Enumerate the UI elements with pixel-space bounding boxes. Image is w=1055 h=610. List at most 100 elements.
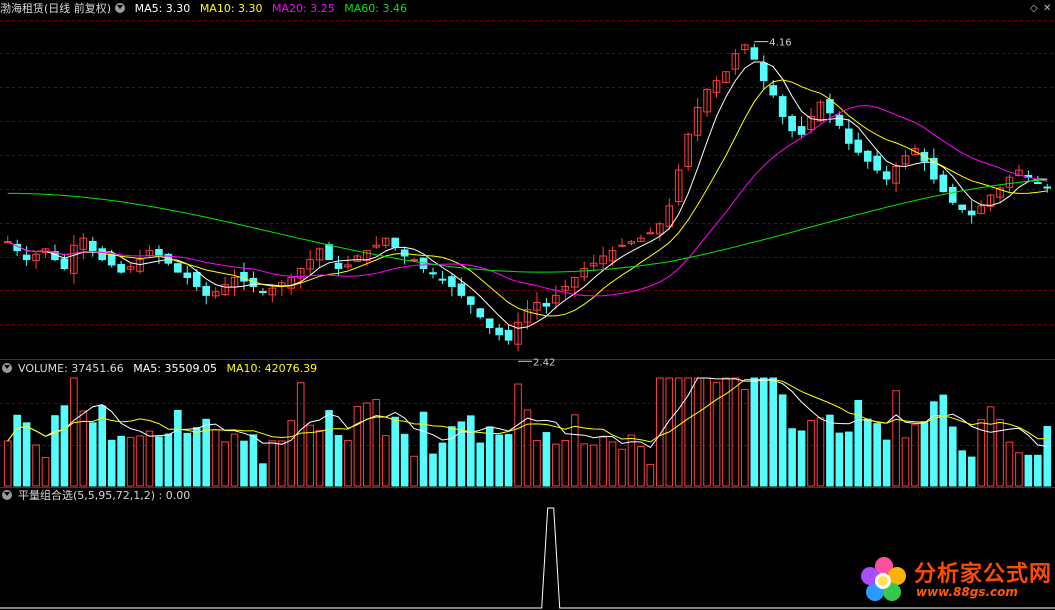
- volume-bar: [608, 441, 617, 487]
- volume-bar: [410, 455, 418, 487]
- candle: [174, 263, 182, 273]
- chevron-down-icon[interactable]: [2, 490, 12, 500]
- candle: [22, 254, 31, 261]
- volume-title: VOLUME: 37451.66: [18, 362, 124, 375]
- volume-bar: [41, 457, 50, 487]
- candle: [476, 308, 485, 318]
- chevron-down-icon[interactable]: [115, 3, 126, 13]
- volume-bar: [816, 417, 825, 487]
- candle: [618, 244, 626, 247]
- indicator-title: 平量组合选(5,5,95,72,1,2) : 0.00: [18, 489, 191, 502]
- volume-bar: [79, 410, 88, 487]
- volume-bar: [807, 420, 815, 487]
- volume-bar: [353, 405, 362, 487]
- ma60-line: [7, 179, 1048, 273]
- ma20-line: [7, 105, 1048, 297]
- volume-bar: [249, 434, 258, 487]
- main-header: 渤海租赁(日线 前复权) MA5: 3.30 MA10: 3.30 MA20: …: [0, 1, 413, 17]
- volume-ma10: MA10: 42076.39: [226, 362, 318, 375]
- candle: [542, 302, 551, 307]
- candle: [948, 186, 957, 203]
- candle: [873, 155, 881, 171]
- close-icon[interactable]: ✕: [1043, 3, 1051, 14]
- volume-bar: [466, 415, 475, 487]
- volume-bar: [32, 444, 40, 487]
- volume-bar: [117, 435, 125, 487]
- volume-bar: [70, 377, 78, 487]
- volume-bar: [3, 440, 12, 487]
- candle: [835, 114, 844, 126]
- volume-bar: [552, 443, 560, 487]
- candle: [1043, 186, 1052, 189]
- candle: [429, 272, 437, 275]
- candle: [882, 171, 891, 180]
- volume-ma5: MA5: 35509.05: [133, 362, 217, 375]
- candle: [410, 259, 418, 262]
- volume-bar: [1043, 426, 1052, 487]
- volume-bar: [835, 432, 844, 487]
- volume-bar: [221, 441, 229, 487]
- volume-bar: [400, 433, 409, 487]
- volume-bar: [854, 399, 863, 487]
- diamond-icon[interactable]: ◇: [1030, 3, 1038, 14]
- volume-bar: [107, 439, 116, 487]
- volume-bar: [882, 439, 891, 487]
- candle: [495, 327, 503, 336]
- volume-bar: [381, 435, 390, 487]
- volume-bar: [589, 444, 598, 487]
- candle: [485, 318, 494, 329]
- volume-bar: [920, 421, 929, 487]
- volume-bar: [826, 414, 834, 487]
- candle: [107, 253, 116, 266]
- volume-bar: [476, 442, 485, 487]
- candle: [504, 329, 513, 341]
- volume-bar: [533, 440, 541, 487]
- candle: [183, 272, 192, 278]
- candle: [769, 85, 778, 96]
- volume-bar: [164, 433, 173, 487]
- volume-bar: [618, 448, 626, 487]
- watermark-url: www.88gs.com: [916, 585, 1018, 599]
- volume-bar: [693, 377, 702, 487]
- volume-bar: [287, 420, 296, 487]
- volume-bar: [514, 383, 522, 487]
- candle: [845, 128, 853, 144]
- volume-bar: [637, 446, 645, 487]
- chevron-down-icon[interactable]: [2, 363, 12, 373]
- volume-bar: [22, 422, 31, 487]
- candle: [438, 278, 447, 281]
- volume-bar: [259, 463, 267, 487]
- volume-bar: [788, 428, 796, 487]
- candle: [334, 262, 343, 270]
- volume-bar: [51, 415, 59, 487]
- volume-bar: [419, 411, 428, 487]
- volume-bar: [750, 377, 759, 487]
- volume-bar: [268, 440, 277, 487]
- volume-bar: [759, 377, 768, 487]
- volume-bar: [580, 443, 589, 487]
- volume-bar: [769, 377, 778, 487]
- candle: [325, 244, 333, 261]
- candle: [400, 249, 409, 257]
- volume-bar: [1005, 441, 1014, 487]
- volume-bar: [277, 440, 286, 487]
- volume-bar: [797, 430, 806, 487]
- candle: [788, 116, 796, 132]
- volume-bar: [731, 377, 740, 487]
- volume-header: VOLUME: 37451.66 MA5: 35509.05 MA10: 420…: [0, 361, 323, 377]
- volume-bar: [155, 436, 163, 487]
- candle: [1034, 182, 1042, 185]
- ma5-line: [7, 61, 1048, 329]
- volume-bar: [183, 432, 192, 487]
- candle: [759, 62, 768, 82]
- ma60-value: MA60: 3.46: [344, 2, 407, 15]
- volume-bar: [703, 377, 711, 487]
- ma5-value: MA5: 3.30: [134, 2, 191, 15]
- volume-bar: [930, 401, 938, 487]
- volume-bar: [873, 423, 881, 487]
- candle: [448, 276, 456, 287]
- volume-bar: [126, 436, 135, 487]
- volume-bar: [211, 429, 220, 487]
- main-title: 渤海租赁(日线 前复权): [0, 2, 112, 15]
- volume-bar: [674, 377, 683, 487]
